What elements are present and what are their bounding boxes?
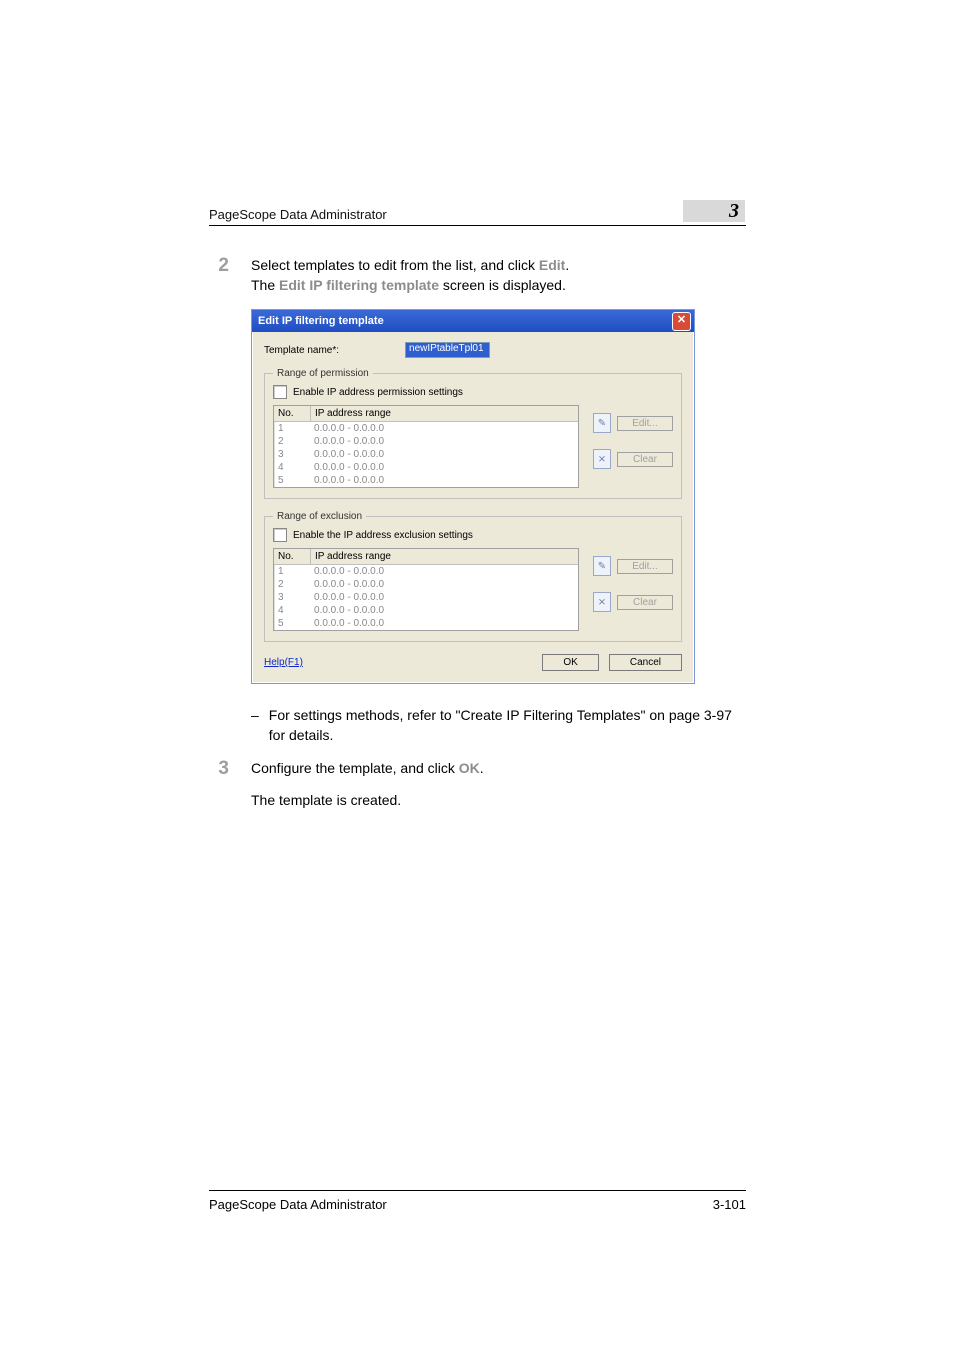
header-title: PageScope Data Administrator xyxy=(209,207,387,222)
permission-edit-button[interactable]: Edit... xyxy=(617,416,673,431)
screen-name: Edit IP filtering template xyxy=(279,277,439,293)
exclusion-side-buttons: ✎ Edit... ⨯ Clear xyxy=(593,548,673,612)
list-item: 50.0.0.0 - 0.0.0.0 xyxy=(274,474,578,487)
chapter-tab: 3 xyxy=(683,200,745,222)
exclusion-clear-button[interactable]: Clear xyxy=(617,595,673,610)
permission-fieldset: Range of permission Enable IP address pe… xyxy=(264,368,682,499)
permission-edit-row: ✎ Edit... xyxy=(593,413,673,433)
step-body: Configure the template, and click OK. Th… xyxy=(251,759,746,810)
step2-text-d: screen is displayed. xyxy=(439,277,566,293)
exclusion-clear-row: ⨯ Clear xyxy=(593,592,673,612)
col-range: IP address range xyxy=(311,406,578,421)
close-icon[interactable]: ✕ xyxy=(672,312,691,331)
exclusion-list-header: No. IP address range xyxy=(274,549,578,565)
list-item: 50.0.0.0 - 0.0.0.0 xyxy=(274,617,578,630)
col-range: IP address range xyxy=(311,549,578,564)
footer-row: PageScope Data Administrator 3-101 xyxy=(209,1197,746,1212)
step3-text-b: . xyxy=(480,760,484,776)
step-2-note: – For settings methods, refer to "Create… xyxy=(209,706,746,745)
cancel-button[interactable]: Cancel xyxy=(609,654,682,671)
step2-text-c: The xyxy=(251,277,279,293)
chapter-number: 3 xyxy=(729,200,739,223)
note-text: For settings methods, refer to "Create I… xyxy=(269,706,746,745)
header-rule xyxy=(209,225,746,226)
permission-list-header: No. IP address range xyxy=(274,406,578,422)
ok-button[interactable]: OK xyxy=(542,654,598,671)
permission-enable-row: Enable IP address permission settings xyxy=(273,385,673,399)
help-link[interactable]: Help(F1) xyxy=(264,657,303,668)
list-item: 40.0.0.0 - 0.0.0.0 xyxy=(274,604,578,617)
step-3: 3 Configure the template, and click OK. … xyxy=(209,759,746,810)
dialog-body: Template name*: newIPtableTpl01 Range of… xyxy=(252,332,694,683)
bullet-row: – For settings methods, refer to "Create… xyxy=(251,706,746,745)
step2-text-a: Select templates to edit from the list, … xyxy=(251,257,539,273)
list-item: 20.0.0.0 - 0.0.0.0 xyxy=(274,578,578,591)
footer-title: PageScope Data Administrator xyxy=(209,1197,387,1212)
ok-label: OK xyxy=(459,760,480,776)
template-name-label: Template name*: xyxy=(264,345,339,356)
list-item: 10.0.0.0 - 0.0.0.0 xyxy=(274,422,578,435)
permission-legend: Range of permission xyxy=(273,368,373,379)
exclusion-enable-label: Enable the IP address exclusion settings xyxy=(293,530,473,541)
dialog-title: Edit IP filtering template xyxy=(258,315,672,327)
list-item: 30.0.0.0 - 0.0.0.0 xyxy=(274,591,578,604)
template-name-field[interactable]: newIPtableTpl01 xyxy=(405,342,490,358)
step3-text-c: The template is created. xyxy=(251,791,746,811)
page: PageScope Data Administrator 3 2 Select … xyxy=(0,0,954,1350)
exclusion-enable-checkbox[interactable] xyxy=(273,528,287,542)
permission-enable-label: Enable IP address permission settings xyxy=(293,387,463,398)
dialog-screenshot: Edit IP filtering template ✕ Template na… xyxy=(251,309,693,684)
clear-icon[interactable]: ⨯ xyxy=(593,592,611,612)
edit-label: Edit xyxy=(539,257,565,273)
col-no: No. xyxy=(274,549,311,564)
permission-listbox[interactable]: No. IP address range 10.0.0.0 - 0.0.0.0 … xyxy=(273,405,579,488)
exclusion-legend: Range of exclusion xyxy=(273,511,366,522)
step2-text-b: . xyxy=(565,257,569,273)
exclusion-edit-row: ✎ Edit... xyxy=(593,556,673,576)
list-item: 40.0.0.0 - 0.0.0.0 xyxy=(274,461,578,474)
note-indent xyxy=(209,706,229,745)
exclusion-fieldset: Range of exclusion Enable the IP address… xyxy=(264,511,682,642)
edit-icon[interactable]: ✎ xyxy=(593,413,611,433)
edit-icon[interactable]: ✎ xyxy=(593,556,611,576)
permission-side-buttons: ✎ Edit... ⨯ Clear xyxy=(593,405,673,469)
content: 2 Select templates to edit from the list… xyxy=(209,256,746,825)
titlebar: Edit IP filtering template ✕ xyxy=(252,310,694,332)
list-item: 20.0.0.0 - 0.0.0.0 xyxy=(274,435,578,448)
template-name-row: Template name*: newIPtableTpl01 xyxy=(264,342,682,358)
step-number: 2 xyxy=(209,256,229,295)
exclusion-enable-row: Enable the IP address exclusion settings xyxy=(273,528,673,542)
permission-clear-button[interactable]: Clear xyxy=(617,452,673,467)
step-number: 3 xyxy=(209,759,229,810)
running-footer: PageScope Data Administrator 3-101 xyxy=(209,1190,746,1212)
permission-inner: No. IP address range 10.0.0.0 - 0.0.0.0 … xyxy=(273,405,673,488)
step-body: Select templates to edit from the list, … xyxy=(251,256,746,295)
permission-clear-row: ⨯ Clear xyxy=(593,449,673,469)
step-2: 2 Select templates to edit from the list… xyxy=(209,256,746,295)
dialog-window: Edit IP filtering template ✕ Template na… xyxy=(251,309,695,684)
permission-enable-checkbox[interactable] xyxy=(273,385,287,399)
page-number: 3-101 xyxy=(713,1197,746,1212)
dialog-footer: Help(F1) OK Cancel xyxy=(264,654,682,671)
exclusion-listbox[interactable]: No. IP address range 10.0.0.0 - 0.0.0.0 … xyxy=(273,548,579,631)
col-no: No. xyxy=(274,406,311,421)
list-item: 30.0.0.0 - 0.0.0.0 xyxy=(274,448,578,461)
exclusion-edit-button[interactable]: Edit... xyxy=(617,559,673,574)
running-header: PageScope Data Administrator 3 xyxy=(209,200,745,222)
bullet-dash: – xyxy=(251,706,259,745)
list-item: 10.0.0.0 - 0.0.0.0 xyxy=(274,565,578,578)
exclusion-inner: No. IP address range 10.0.0.0 - 0.0.0.0 … xyxy=(273,548,673,631)
note-body: – For settings methods, refer to "Create… xyxy=(251,706,746,745)
footer-rule xyxy=(209,1190,746,1191)
step3-text-a: Configure the template, and click xyxy=(251,760,459,776)
clear-icon[interactable]: ⨯ xyxy=(593,449,611,469)
